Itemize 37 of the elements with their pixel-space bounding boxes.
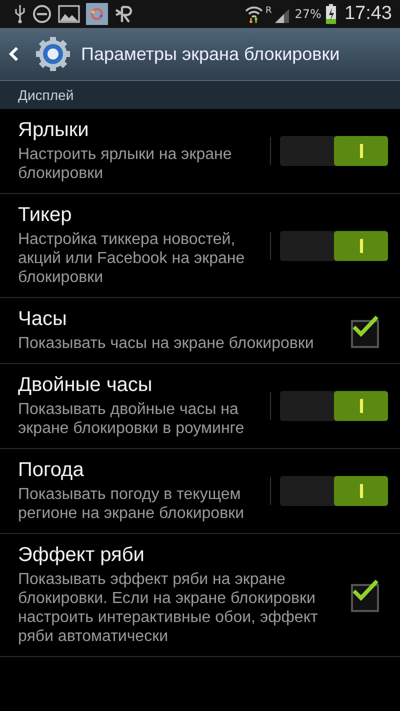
roaming-indicator: R — [266, 6, 272, 16]
settings-item[interactable]: Двойные часы Показывать двойные часы на экране блокировки в роуминге — [0, 364, 400, 449]
item-description: Показывать двойные часы на экране блокировки в роуминге — [18, 400, 246, 438]
item-description: Показывать погоду в текущем регионе на экране блокировки — [18, 485, 245, 523]
settings-item[interactable]: Часы Показывать часы на экране блокировки — [0, 298, 400, 364]
battery-percent: 27% — [294, 7, 322, 21]
item-title: Эффект ряби — [18, 544, 146, 567]
item-description: Показывать часы на экране блокировки — [18, 334, 315, 353]
battery-charging-icon — [326, 4, 336, 24]
wifi-icon — [244, 5, 264, 23]
section-title: Дисплей — [18, 87, 74, 103]
checkbox[interactable] — [351, 578, 381, 612]
usb-icon — [14, 4, 26, 24]
settings-item[interactable]: Тикер Настройка тиккера новостей, акций или Facebook на экране блокировки — [0, 194, 400, 298]
item-description: Настроить ярлыки на экране блокировки — [18, 145, 233, 183]
item-title: Двойные часы — [18, 374, 154, 397]
clock-time: 17:43 — [344, 3, 392, 25]
settings-item[interactable]: Эффект ряби Показывать эффект ряби на экране блокировки. Если на экране блокировки настроить интерактивные обои, эффект ряби автоматически — [0, 534, 400, 657]
item-title: Ярлыки — [18, 119, 90, 142]
settings-item[interactable]: Ярлыки Настроить ярлыки на экране блокировки — [0, 109, 400, 194]
toggle-switch[interactable] — [280, 476, 388, 506]
image-icon — [58, 5, 80, 23]
item-description: Показывать эффект ряби на экране блокировки. Если на экране блокировки настроить интерактивные обои, эффект ряби автоматически — [18, 570, 319, 646]
app-icon — [86, 3, 108, 25]
item-title: Тикер — [18, 204, 73, 227]
toggle-switch[interactable] — [280, 391, 388, 421]
item-title: Погода — [18, 459, 85, 482]
back-icon[interactable] — [9, 46, 19, 62]
minus-circle-icon — [32, 4, 52, 24]
toggle-switch[interactable] — [280, 230, 388, 260]
item-title: Часы — [18, 308, 68, 331]
toggle-switch[interactable] — [280, 136, 388, 166]
checkbox[interactable] — [351, 314, 381, 348]
screen-title: Параметры экрана блокировки — [81, 44, 340, 64]
settings-icon — [35, 36, 71, 72]
item-description: Настройка тиккера новостей, акций или Facebook на экране блокировки — [18, 230, 246, 287]
settings-item[interactable]: Погода Показывать погоду в текущем регионе на экране блокировки — [0, 449, 400, 534]
